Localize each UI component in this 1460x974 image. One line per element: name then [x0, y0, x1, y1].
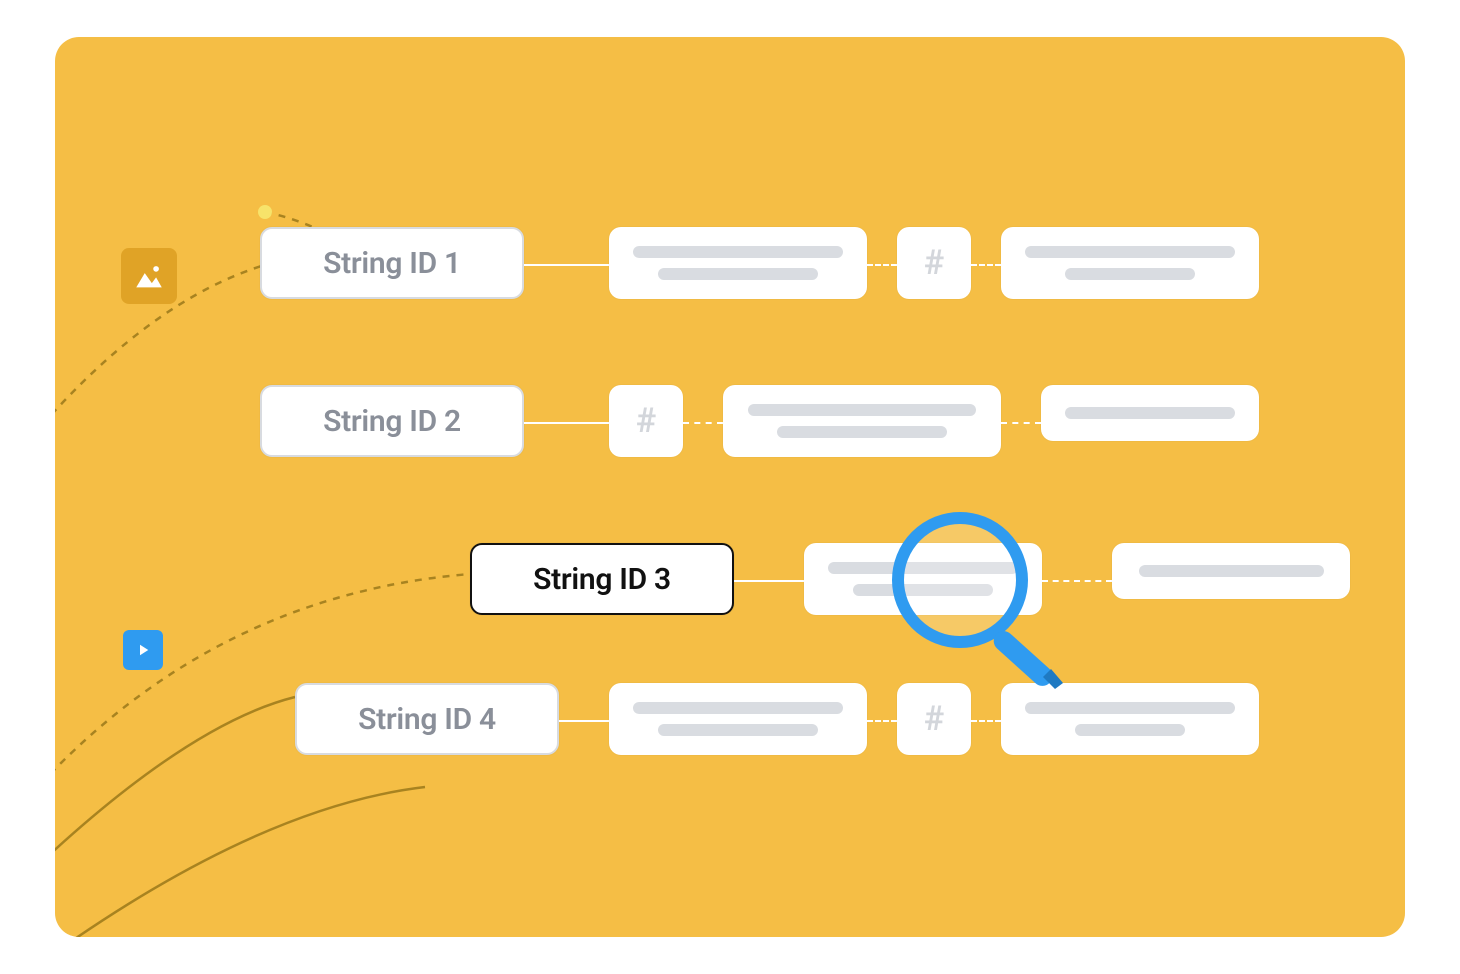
placeholder-block — [1112, 543, 1350, 599]
hash-pill: # — [609, 385, 683, 457]
hash-pill: # — [897, 227, 971, 299]
play-icon — [123, 630, 163, 670]
placeholder-block — [723, 385, 1001, 457]
row-2: String ID 2 # — [55, 385, 1405, 461]
placeholder-block — [609, 683, 867, 755]
placeholder-block — [609, 227, 867, 299]
string-id-label: String ID 3 — [470, 543, 734, 615]
string-id-label: String ID 4 — [295, 683, 559, 755]
string-id-label: String ID 1 — [260, 227, 524, 299]
placeholder-block — [1041, 385, 1259, 441]
row-3: String ID 3 — [55, 543, 1405, 619]
placeholder-block — [804, 543, 1042, 615]
row-1: String ID 1 # — [55, 227, 1405, 303]
hash-pill: # — [897, 683, 971, 755]
placeholder-block — [1001, 683, 1259, 755]
placeholder-block — [1001, 227, 1259, 299]
connector-arcs — [55, 37, 1405, 937]
row-4: String ID 4 # — [55, 683, 1405, 759]
string-id-label: String ID 2 — [260, 385, 524, 457]
diagram-canvas: String ID 1 # String ID 2 # — [55, 37, 1405, 937]
